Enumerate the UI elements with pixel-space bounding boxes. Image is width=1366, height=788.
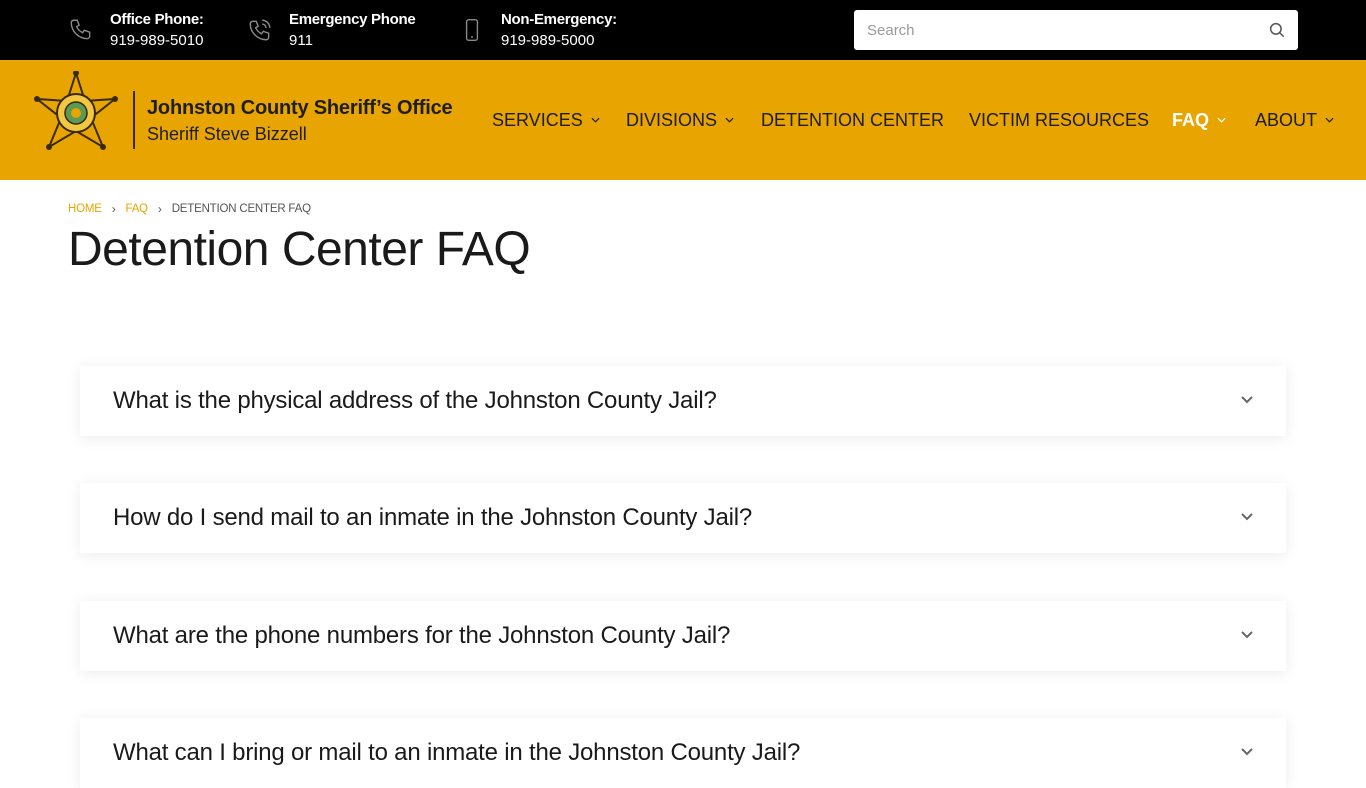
breadcrumb-home[interactable]: HOME [68,203,102,215]
office-phone-label: Office Phone: [110,10,204,28]
non-emergency-number[interactable]: 919-989-5000 [501,30,617,51]
search-input[interactable] [854,10,1254,50]
nav-item-detention-center[interactable]: DETENTION CENTER [761,108,944,132]
chevron-down-icon [591,117,600,123]
main-nav: SERVICES DIVISIONS DETENTION CENTER VICT… [0,60,1366,180]
chevron-down-icon [1325,117,1334,123]
search-icon[interactable] [1268,21,1286,39]
nav-item-faq[interactable]: FAQ [1172,108,1226,132]
phone-ringing-icon [245,15,275,45]
faq-item[interactable]: How do I send mail to an inmate in the J… [80,483,1286,553]
emergency-phone-label: Emergency Phone [289,10,416,28]
nav-label: FAQ [1172,109,1210,130]
page-title: Detention Center FAQ [68,223,531,276]
non-emergency-label: Non-Emergency: [501,10,617,28]
breadcrumb-faq[interactable]: FAQ [126,203,149,215]
chevron-down-icon [1217,117,1226,123]
nav-item-services[interactable]: SERVICES [492,108,600,132]
breadcrumb: HOME › FAQ › DETENTION CENTER FAQ [68,202,311,216]
mobile-phone-icon [457,15,487,45]
chevron-down-icon [1241,513,1253,521]
nav-item-divisions[interactable]: DIVISIONS [626,108,734,132]
faq-question: What are the phone numbers for the Johns… [113,622,731,649]
nav-item-victim-resources[interactable]: VICTIM RESOURCES [969,108,1149,132]
chevron-down-icon [1241,631,1253,639]
phone-icon [66,15,96,45]
faq-question: What is the physical address of the John… [113,387,717,414]
nav-item-about[interactable]: ABOUT [1255,108,1334,132]
nav-label: DETENTION CENTER [761,109,945,130]
contact-office-phone[interactable]: Office Phone: 919-989-5010 [66,0,204,60]
breadcrumb-current: DETENTION CENTER FAQ [171,203,311,215]
top-contact-bar: Office Phone: 919-989-5010 Emergency Pho… [0,0,1366,60]
chevron-down-icon [1241,748,1253,756]
chevron-down-icon [1241,396,1253,404]
chevron-right-icon: › [157,202,162,216]
search-box [854,10,1298,50]
emergency-phone-number[interactable]: 911 [289,30,415,51]
office-phone-number[interactable]: 919-989-5010 [110,30,204,51]
faq-question: What can I bring or mail to an inmate in… [113,739,801,766]
chevron-down-icon [725,117,734,123]
faq-item[interactable]: What is the physical address of the John… [80,366,1286,436]
nav-label: ABOUT [1255,109,1318,130]
chevron-right-icon: › [111,202,116,216]
contact-non-emergency[interactable]: Non-Emergency: 919-989-5000 [457,0,617,60]
nav-label: DIVISIONS [626,109,718,130]
faq-item[interactable]: What are the phone numbers for the Johns… [80,601,1286,671]
nav-label: SERVICES [492,109,583,130]
contact-emergency-phone[interactable]: Emergency Phone 911 [245,0,416,60]
faq-item[interactable]: What can I bring or mail to an inmate in… [80,718,1286,788]
faq-question: How do I send mail to an inmate in the J… [113,504,753,531]
nav-label: VICTIM RESOURCES [969,109,1150,130]
